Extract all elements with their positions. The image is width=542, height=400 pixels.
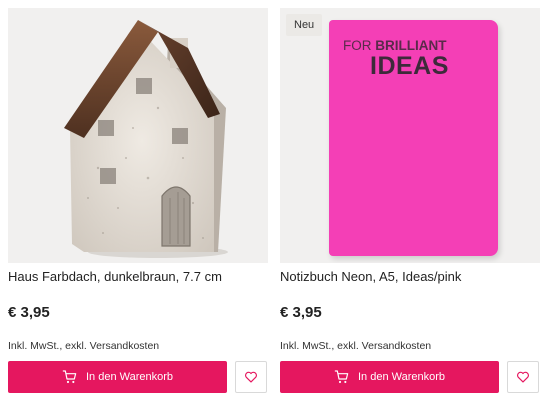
cover-text-line2: IDEAS [370,52,449,80]
new-badge: Neu [286,14,323,36]
wishlist-button[interactable] [507,361,539,393]
add-to-cart-label: In den Warenkorb [357,371,446,383]
product-card-notebook: FOR BRILLIANT IDEAS Neu Notizbuch Neon, … [272,0,542,400]
tax-note: Inkl. MwSt., exkl. Versandkosten [280,340,432,352]
product-image-house[interactable] [8,8,268,263]
heart-icon [517,371,529,383]
tax-note: Inkl. MwSt., exkl. Versandkosten [8,340,160,352]
product-title[interactable]: Haus Farbdach, dunkelbraun, 7.7 cm [8,269,222,284]
product-image-notebook[interactable]: FOR BRILLIANT IDEAS Neu [280,8,540,263]
product-price: € 3,95 [8,304,50,321]
product-title[interactable]: Notizbuch Neon, A5, Ideas/pink [280,269,461,284]
heart-icon [245,371,257,383]
cart-icon [62,370,77,384]
add-to-cart-label: In den Warenkorb [85,371,174,383]
cart-icon [334,370,349,384]
house-figurine-image [64,20,228,258]
add-to-cart-button[interactable]: In den Warenkorb [8,361,227,393]
notebook-cover: FOR BRILLIANT IDEAS [329,20,498,256]
cover-text-line1: FOR BRILLIANT [343,38,447,53]
product-price: € 3,95 [280,304,322,321]
add-to-cart-button[interactable]: In den Warenkorb [280,361,499,393]
wishlist-button[interactable] [235,361,267,393]
product-card-house: Haus Farbdach, dunkelbraun, 7.7 cm € 3,9… [0,0,270,400]
